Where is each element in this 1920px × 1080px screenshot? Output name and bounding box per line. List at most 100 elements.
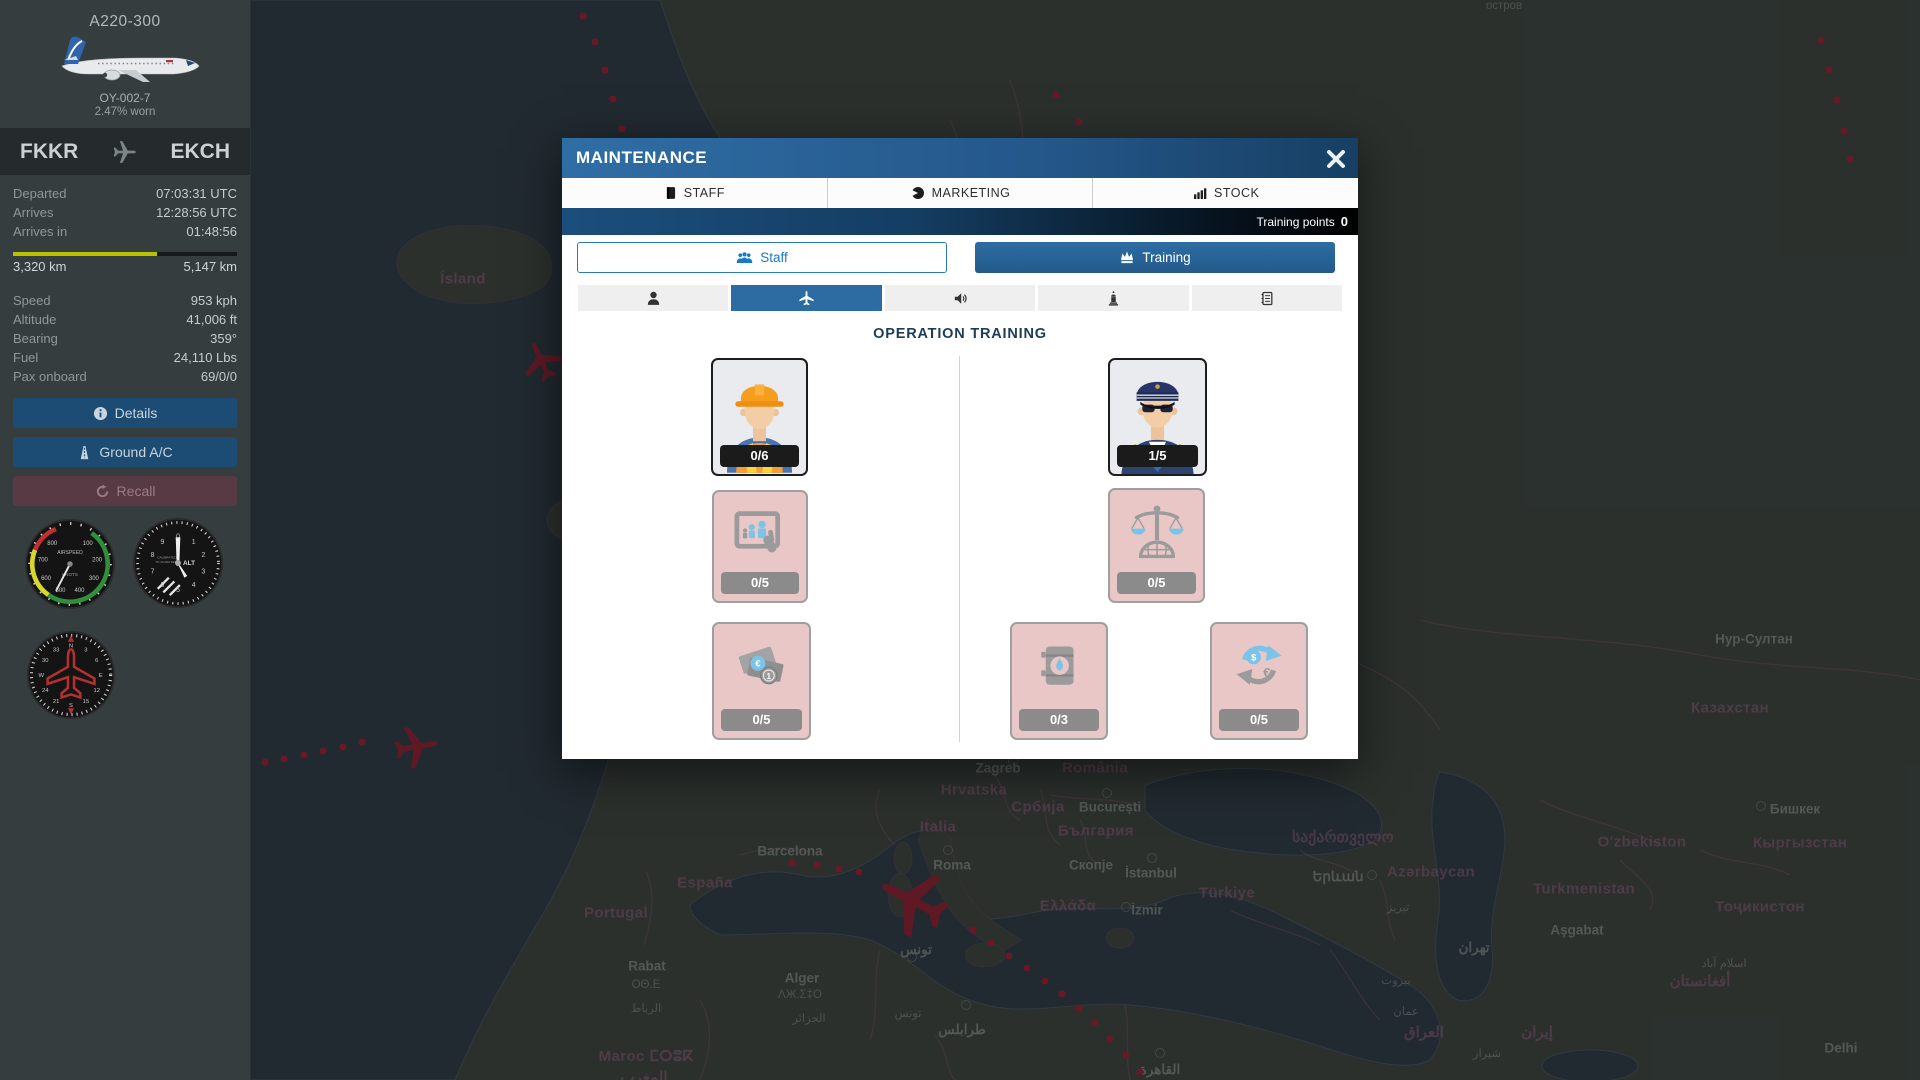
aircraft-wear: 2.47% worn xyxy=(0,106,250,118)
runway-icon xyxy=(77,445,92,460)
compass-gauge: N36E1215S2124W3033 xyxy=(26,630,116,720)
trail-dot xyxy=(1123,1052,1130,1059)
svg-text:€: € xyxy=(755,659,761,670)
modal-tabs: STAFF MARKETING STOCK xyxy=(562,178,1358,208)
svg-text:6: 6 xyxy=(160,582,164,589)
training-level-badge: 0/6 xyxy=(720,445,799,467)
training-level-badge: 0/3 xyxy=(1019,709,1099,731)
trail-dot xyxy=(610,96,617,103)
altimeter-gauge: CALIBRATED TO 20,000 FEET ALT 0123456789 xyxy=(132,517,224,609)
training-card-currency[interactable]: $ € 0/5 xyxy=(1210,622,1308,740)
close-button[interactable] xyxy=(1322,145,1350,173)
training-card-pilot[interactable]: 1/5 xyxy=(1108,358,1207,476)
training-card-finance[interactable]: € 1 0/5 xyxy=(712,622,811,740)
trail-dot xyxy=(814,862,821,869)
stat-row: Altitude41,006 ft xyxy=(0,310,250,329)
tab-stock[interactable]: STOCK xyxy=(1092,178,1358,208)
person-icon xyxy=(645,290,662,307)
training-level-badge: 1/5 xyxy=(1117,445,1198,467)
maintenance-modal: MAINTENANCE STAFF MARKETING ST xyxy=(562,138,1358,759)
distance-total: 5,147 km xyxy=(184,259,237,274)
airspeed-gauge: AIRSPEED KNOTS 100200300400500600700800 xyxy=(24,518,116,610)
money-icon: € 1 xyxy=(728,632,796,700)
training-level-badge: 0/5 xyxy=(721,709,802,731)
trail-dot xyxy=(1841,128,1848,135)
tab-staff[interactable]: STAFF xyxy=(562,178,827,208)
staff-toggle-button[interactable]: Staff xyxy=(577,242,947,273)
category-ledger-tab[interactable] xyxy=(1192,285,1342,311)
tab-marketing[interactable]: MARKETING xyxy=(827,178,1093,208)
category-staff-tab[interactable] xyxy=(578,285,728,311)
category-landmark-tab[interactable] xyxy=(1038,285,1188,311)
trail-dot xyxy=(340,744,347,751)
distance-progress-fill xyxy=(13,252,157,256)
svg-text:6: 6 xyxy=(95,658,98,664)
trail-dot xyxy=(262,759,269,766)
distance-row: 3,320 km 5,147 km xyxy=(0,259,250,274)
aircraft-image xyxy=(48,30,202,92)
training-level-badge: 0/5 xyxy=(721,572,799,594)
touchscreen-icon xyxy=(726,500,794,568)
route-bar: FKKR EKCH xyxy=(0,128,250,175)
svg-text:3: 3 xyxy=(201,569,205,576)
training-card-regulations[interactable]: 0/5 xyxy=(1108,488,1205,603)
recall-button[interactable]: Recall xyxy=(13,476,237,506)
category-marketing-tab[interactable] xyxy=(885,285,1035,311)
tab-staff-label: STAFF xyxy=(684,186,725,200)
users-icon xyxy=(736,251,753,265)
trail-dot xyxy=(592,39,599,46)
trail-dot xyxy=(1042,978,1049,985)
distance-flown: 3,320 km xyxy=(13,259,66,274)
column-divider xyxy=(959,356,960,742)
training-card-fuel[interactable]: 0/3 xyxy=(1010,622,1108,740)
svg-text:30: 30 xyxy=(42,658,49,664)
trail-dot xyxy=(1834,97,1841,104)
trail-dot xyxy=(1137,1069,1144,1076)
svg-text:S: S xyxy=(69,703,73,709)
city-marker xyxy=(1756,801,1766,811)
stat-row: Bearing359° xyxy=(0,329,250,348)
svg-text:7: 7 xyxy=(151,569,155,576)
city-marker xyxy=(943,845,953,855)
trail-dot xyxy=(1024,965,1031,972)
info-icon xyxy=(93,406,108,421)
svg-text:15: 15 xyxy=(83,699,90,705)
svg-text:8: 8 xyxy=(151,552,155,559)
training-toggle-button[interactable]: Training xyxy=(975,242,1335,273)
svg-text:500: 500 xyxy=(56,588,67,594)
category-operations-tab[interactable] xyxy=(731,285,881,311)
svg-text:E: E xyxy=(99,673,103,679)
svg-text:33: 33 xyxy=(53,647,60,653)
svg-text:AIRSPEED: AIRSPEED xyxy=(57,550,83,556)
svg-text:700: 700 xyxy=(38,557,49,563)
trail-dot xyxy=(602,67,609,74)
svg-text:9: 9 xyxy=(160,539,164,546)
training-card-ground-crew[interactable]: 0/6 xyxy=(711,358,808,476)
modal-title: MAINTENANCE xyxy=(562,148,707,168)
modal-header: MAINTENANCE xyxy=(562,138,1358,178)
trail-dot xyxy=(970,927,977,934)
svg-text:21: 21 xyxy=(53,699,60,705)
currency-exchange-icon: $ € xyxy=(1226,632,1292,698)
svg-text:1: 1 xyxy=(192,539,196,546)
training-points-label: Training points xyxy=(1257,215,1335,229)
details-button[interactable]: Details xyxy=(13,398,237,428)
svg-text:200: 200 xyxy=(92,557,103,563)
trail-dot xyxy=(1092,1020,1099,1027)
trail-dot xyxy=(580,13,587,20)
city-marker xyxy=(907,952,917,962)
aircraft-icon[interactable] xyxy=(386,718,444,776)
svg-text:3: 3 xyxy=(84,647,87,653)
svg-text:600: 600 xyxy=(41,576,52,582)
city-marker xyxy=(1102,788,1112,798)
svg-text:300: 300 xyxy=(89,576,100,582)
ground-ac-button[interactable]: Ground A/C xyxy=(13,437,237,467)
speaker-icon xyxy=(952,290,969,307)
aircraft-model: A220-300 xyxy=(0,13,250,31)
crown-icon xyxy=(1119,250,1135,265)
training-card-checkin[interactable]: 0/5 xyxy=(712,490,808,603)
flight-sidebar: A220-300 OY-002-7 2.47% worn FKKR EKCH D… xyxy=(0,0,250,1080)
trail-dot xyxy=(619,126,626,133)
svg-text:W: W xyxy=(39,673,45,679)
city-marker xyxy=(1121,902,1131,912)
